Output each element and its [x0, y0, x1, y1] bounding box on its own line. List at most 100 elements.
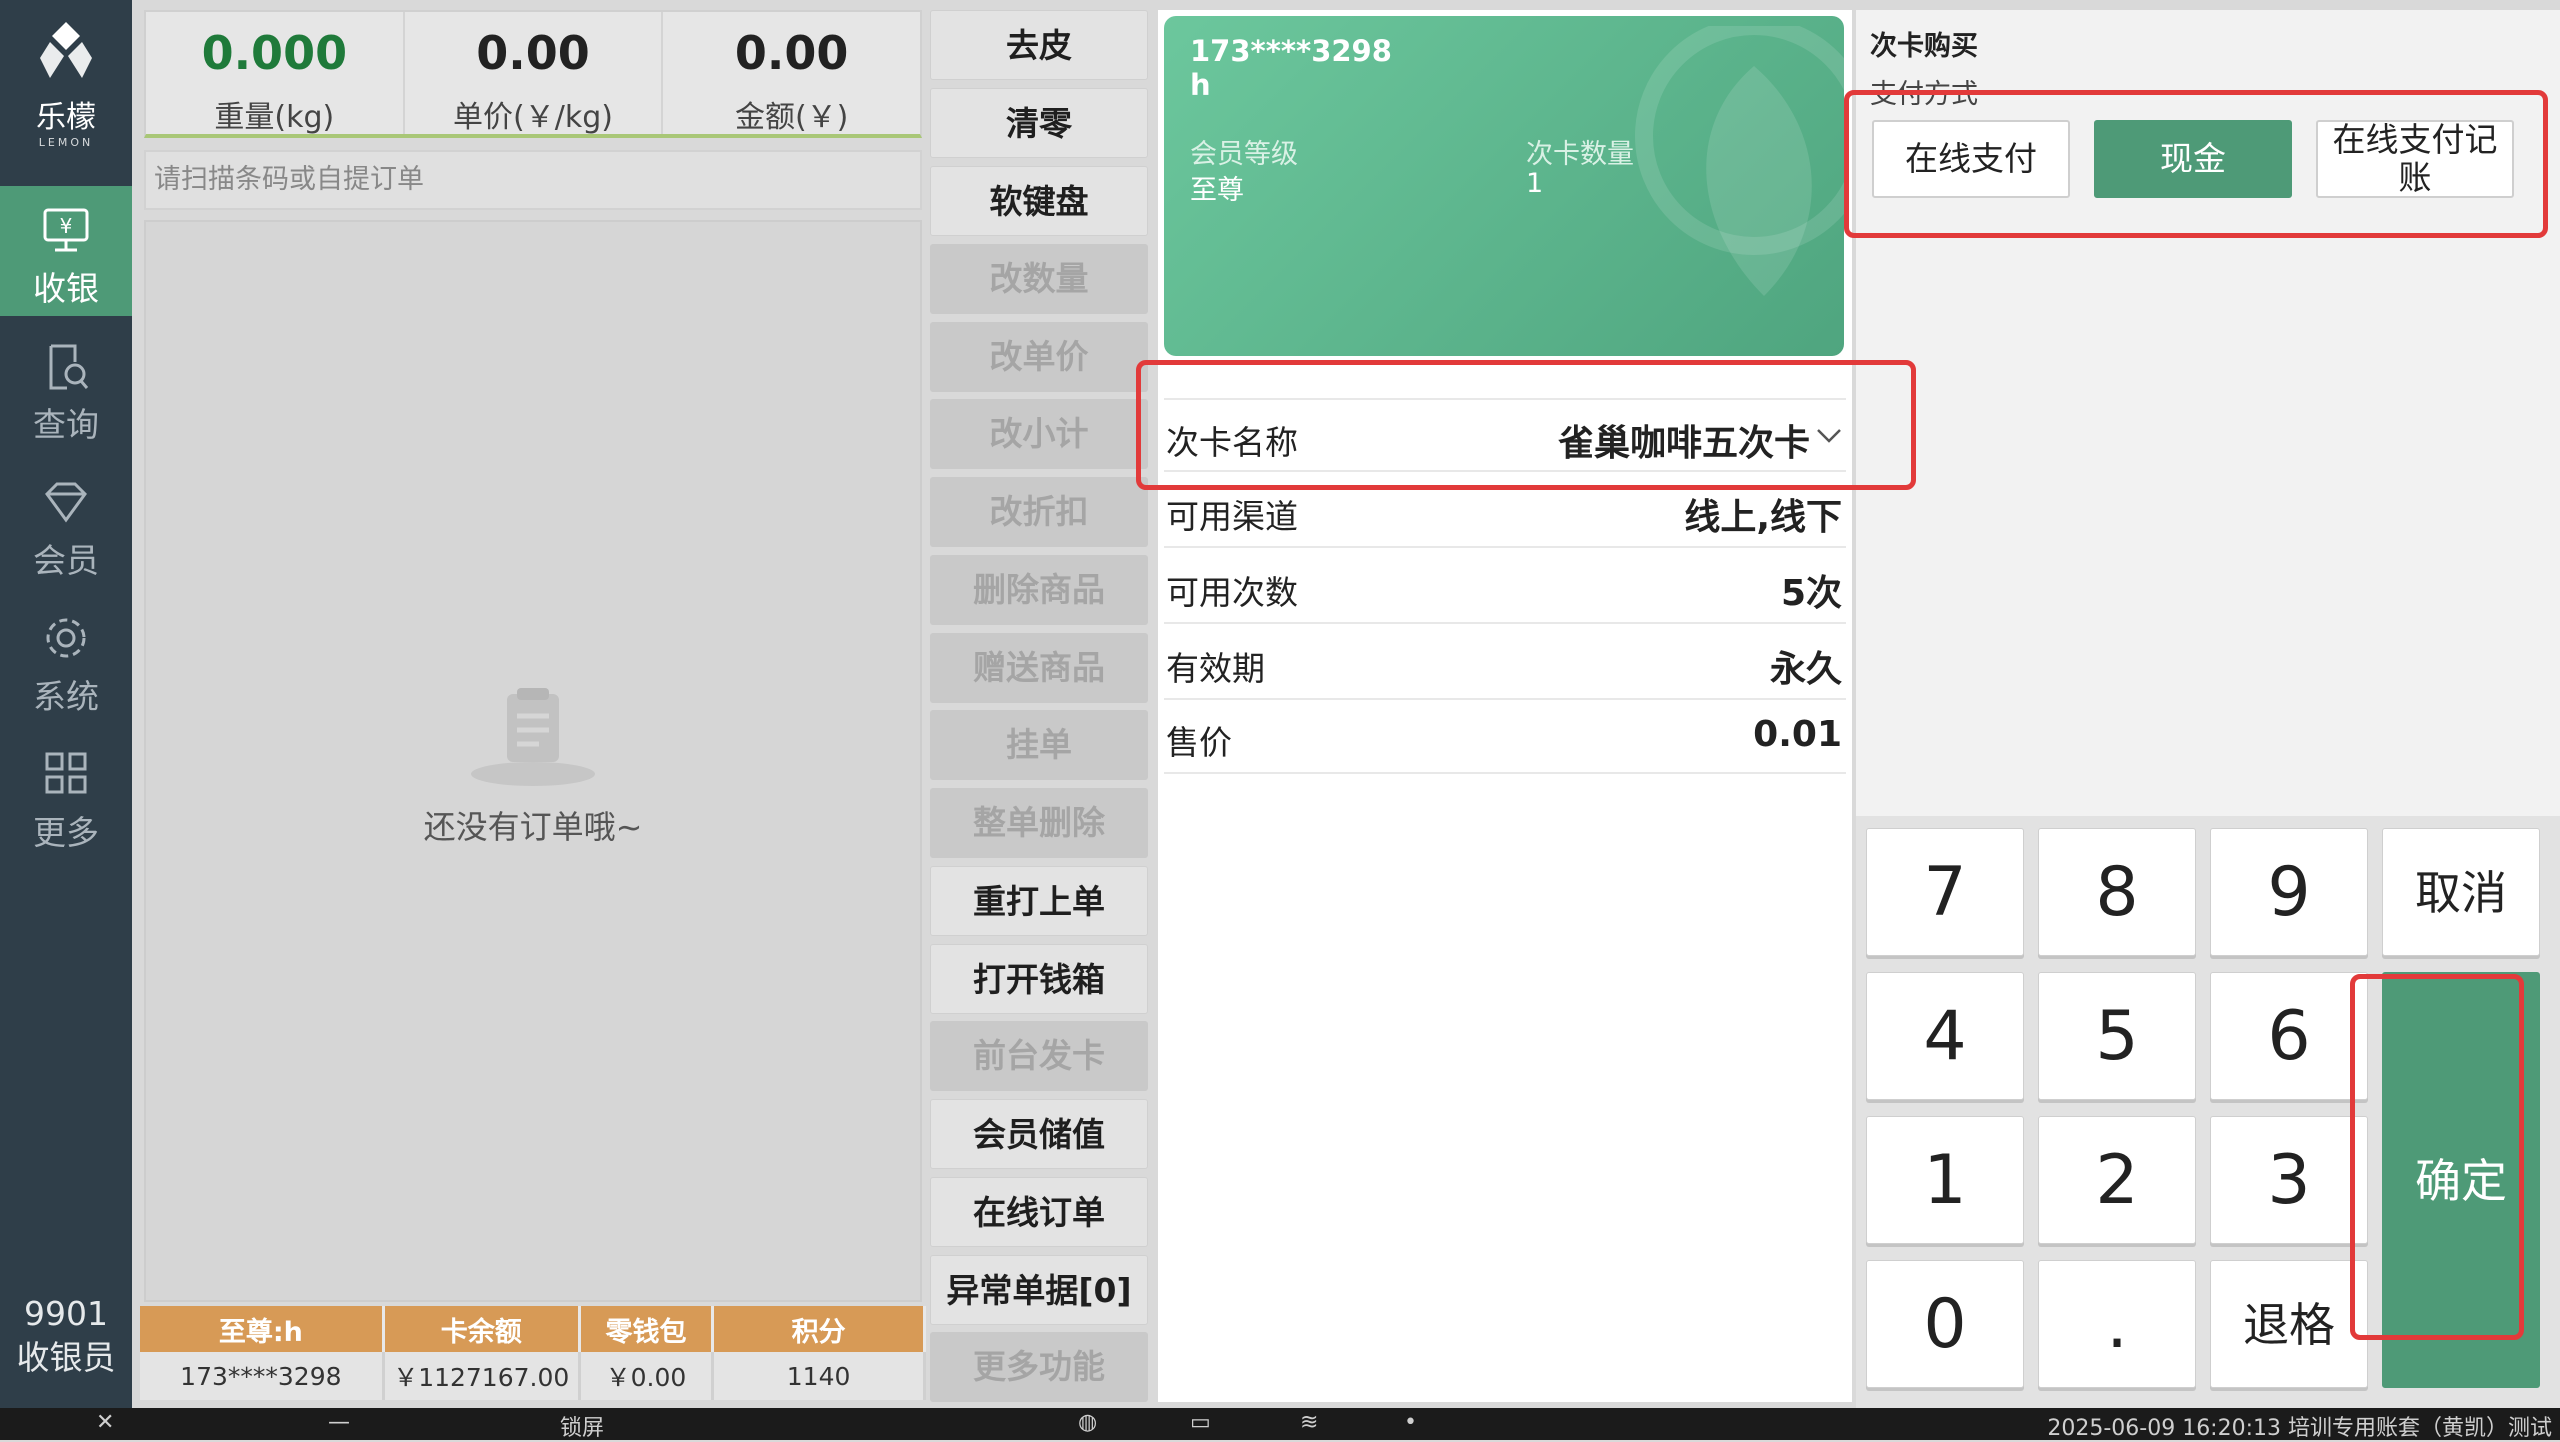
dot-icon: • [1404, 1410, 1417, 1435]
unit-price-label: 单价(￥/kg) [453, 100, 613, 135]
pay-online-button[interactable]: 在线支付 [1872, 120, 2070, 198]
nav-item-system[interactable]: 系统 [0, 594, 132, 724]
validity-value: 永久 [1769, 649, 1842, 690]
more-functions-button[interactable]: 更多功能 [930, 1332, 1148, 1402]
cashier-user[interactable]: 9901 收银员 [0, 1292, 132, 1380]
key-0[interactable]: 0 [1866, 1260, 2024, 1388]
online-orders-button[interactable]: 在线订单 [930, 1177, 1148, 1247]
change-qty-button[interactable]: 改数量 [930, 244, 1148, 314]
order-list: 还没有订单哦~ [144, 220, 922, 1302]
confirm-button[interactable]: 确定 [2382, 972, 2540, 1388]
validity-label: 有效期 [1166, 649, 1265, 688]
pay-online-account-button[interactable]: 在线支付记账 [2316, 120, 2514, 198]
key-5[interactable]: 5 [2038, 972, 2196, 1100]
card-balance: ￥1127167.00 [383, 1352, 581, 1400]
issue-card-button[interactable]: 前台发卡 [930, 1021, 1148, 1091]
unit-price-cell: 0.00 单价(￥/kg) [405, 12, 664, 135]
key-8[interactable]: 8 [2038, 828, 2196, 956]
key-3[interactable]: 3 [2210, 1116, 2368, 1244]
pay-cash-button[interactable]: 现金 [2094, 120, 2292, 198]
pay-method-label: 支付方式 [1870, 79, 1978, 110]
side-nav: 乐檬 LEMON ¥ 收银 查询 会员 系统 更多 9901 收银员 [0, 0, 132, 1408]
nav-item-query[interactable]: 查询 [0, 322, 132, 452]
nav-item-cashier[interactable]: ¥ 收银 [0, 186, 132, 316]
delete-order-button[interactable]: 整单删除 [930, 788, 1148, 858]
status-text: 2025-06-09 16:20:13 培训专用账套（黄凯）测试 [2047, 1416, 2552, 1441]
lock-screen-button[interactable]: 锁屏 [560, 1410, 604, 1442]
hold-order-button[interactable]: 挂单 [930, 710, 1148, 780]
points-value: 1140 [712, 1352, 926, 1400]
nav-label: 会员 [33, 541, 99, 580]
unit-price-value: 0.00 [476, 26, 590, 80]
zero-button[interactable]: 清零 [930, 88, 1148, 158]
monitor-icon[interactable]: ▭ [1190, 1410, 1211, 1435]
nav-label: 更多 [33, 813, 99, 852]
change-price-button[interactable]: 改单价 [930, 322, 1148, 392]
lemon-logo-icon [40, 22, 92, 78]
user-role: 收银员 [16, 1338, 116, 1377]
balance-header: 卡余额 [383, 1306, 581, 1352]
key-4[interactable]: 4 [1866, 972, 2024, 1100]
card-count-label: 次卡数量 [1526, 139, 1634, 170]
grid-icon [45, 752, 87, 794]
price-label: 售价 [1166, 723, 1232, 762]
price-value: 0.01 [1753, 714, 1842, 755]
network-icon[interactable]: ◍ [1078, 1410, 1097, 1435]
minimize-icon[interactable]: — [328, 1410, 350, 1435]
member-summary[interactable]: 至尊:h 卡余额 零钱包 积分 173****3298 ￥1127167.00 … [140, 1306, 926, 1402]
diamond-icon [45, 482, 87, 523]
key-2[interactable]: 2 [2038, 1116, 2196, 1244]
search-doc-icon [49, 344, 89, 390]
wifi-icon[interactable]: ≋ [1300, 1410, 1318, 1435]
empty-state: 还没有订单哦~ [146, 682, 920, 848]
leaf-watermark-icon [1635, 26, 1844, 296]
amount-cell: 0.00 金额(￥) [663, 12, 920, 135]
chevron-down-icon [1817, 429, 1841, 443]
exception-docs-button[interactable]: 异常单据[0] [930, 1255, 1148, 1325]
key-9[interactable]: 9 [2210, 828, 2368, 956]
taskbar: ✕ — 锁屏 ◍ ▭ ≋ • 2025-06-09 16:20:13 培训专用账… [0, 1408, 2560, 1442]
member-name-header: 至尊:h [140, 1306, 385, 1352]
price-row: 售价 0.01 [1164, 700, 1846, 774]
member-card: 173****3298 h 会员等级 至尊 次卡数量 1 [1164, 16, 1844, 356]
wallet-header: 零钱包 [579, 1306, 715, 1352]
card-name-select[interactable]: 次卡名称 雀巢咖啡五次卡 [1164, 398, 1846, 472]
soft-keyboard-button[interactable]: 软键盘 [930, 166, 1148, 236]
uses-value: 5次 [1780, 573, 1842, 614]
gift-item-button[interactable]: 赠送商品 [930, 633, 1148, 703]
weight-label: 重量(kg) [214, 100, 335, 135]
scale-display: 0.000 重量(kg) 0.00 单价(￥/kg) 0.00 金额(￥) [144, 10, 922, 138]
card-count-value: 1 [1526, 168, 1544, 199]
empty-order-icon [471, 688, 595, 786]
key-1[interactable]: 1 [1866, 1116, 2024, 1244]
member-topup-button[interactable]: 会员储值 [930, 1099, 1148, 1169]
key-7[interactable]: 7 [1866, 828, 2024, 956]
delete-item-button[interactable]: 删除商品 [930, 555, 1148, 625]
cancel-key[interactable]: 取消 [2382, 828, 2540, 956]
validity-row: 有效期 永久 [1164, 626, 1846, 700]
uses-label: 可用次数 [1166, 573, 1298, 612]
user-id: 9901 [24, 1294, 108, 1333]
numeric-keypad: 7 8 9 取消 4 5 6 1 2 3 0 . 退格 确定 [1856, 816, 2560, 1408]
key-dot[interactable]: . [2038, 1260, 2196, 1388]
cashier-icon: ¥ [43, 208, 89, 252]
level-label: 会员等级 [1190, 139, 1298, 170]
tare-button[interactable]: 去皮 [930, 10, 1148, 80]
change-subtotal-button[interactable]: 改小计 [930, 399, 1148, 469]
member-phone: 173****3298 [140, 1352, 385, 1400]
panel-title: 次卡购买 [1870, 31, 1978, 62]
change-discount-button[interactable]: 改折扣 [930, 477, 1148, 547]
backspace-key[interactable]: 退格 [2210, 1260, 2368, 1388]
open-drawer-button[interactable]: 打开钱箱 [930, 944, 1148, 1014]
uses-row: 可用次数 5次 [1164, 550, 1846, 624]
key-6[interactable]: 6 [2210, 972, 2368, 1100]
reprint-button[interactable]: 重打上单 [930, 866, 1148, 936]
barcode-input[interactable]: 请扫描条码或自提订单 [144, 150, 922, 210]
card-name-value: 雀巢咖啡五次卡 [1557, 423, 1810, 464]
nav-item-more[interactable]: 更多 [0, 730, 132, 860]
amount-value: 0.00 [734, 26, 849, 80]
close-icon[interactable]: ✕ [96, 1410, 114, 1435]
nav-label: 系统 [33, 677, 99, 716]
nav-item-member[interactable]: 会员 [0, 458, 132, 588]
card-holder-name: h [1190, 68, 1211, 102]
